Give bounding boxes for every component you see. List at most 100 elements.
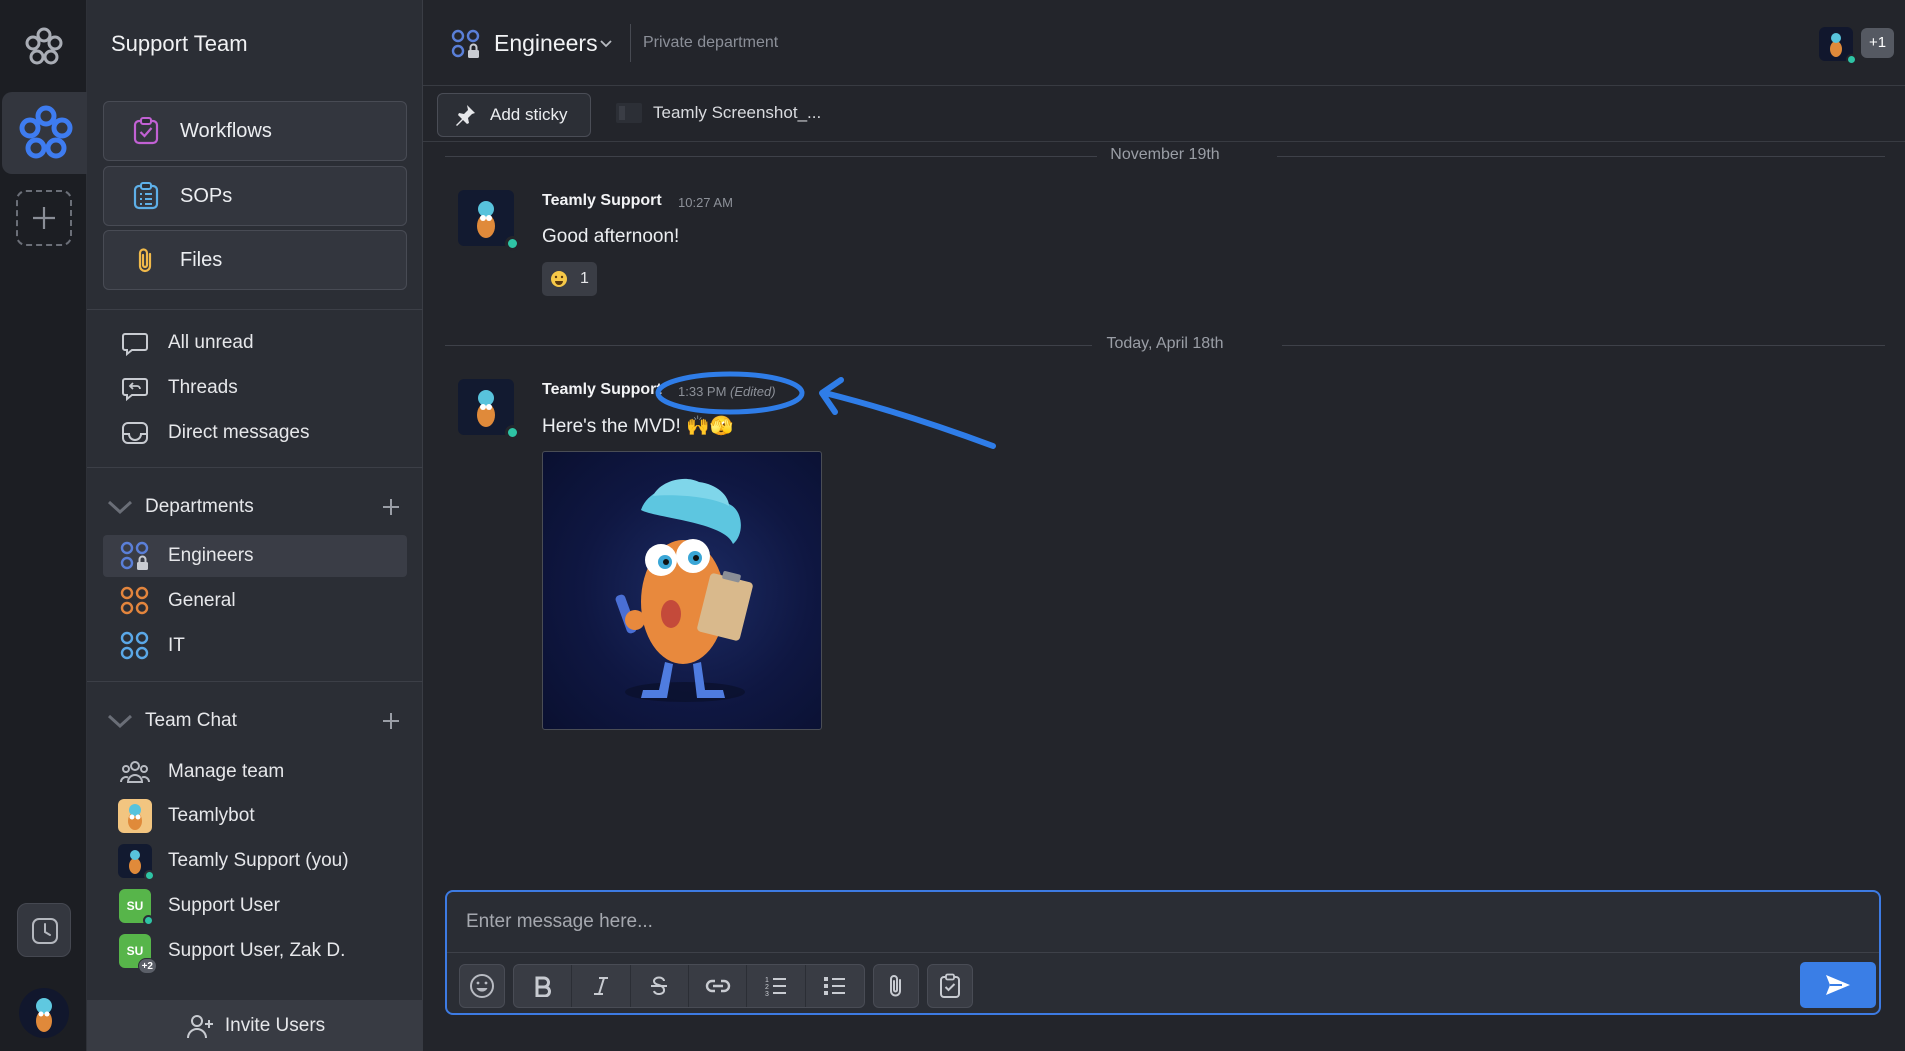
numbered-list-button[interactable]: 123 bbox=[747, 965, 806, 1007]
svg-text:1: 1 bbox=[765, 977, 769, 984]
member-avatar[interactable] bbox=[1819, 27, 1857, 65]
date-label: November 19th bbox=[1110, 146, 1220, 163]
chevron-down-icon[interactable] bbox=[105, 492, 135, 522]
add-sticky-button[interactable]: Add sticky bbox=[437, 93, 591, 137]
department-icon bbox=[119, 585, 151, 617]
svg-text:3: 3 bbox=[765, 991, 769, 997]
add-workspace-button[interactable] bbox=[16, 190, 72, 246]
workspace-support-team[interactable] bbox=[2, 92, 87, 174]
sidebar-divider bbox=[87, 467, 423, 468]
link-button[interactable] bbox=[689, 965, 748, 1007]
sidebar-divider bbox=[87, 309, 423, 310]
date-separator: November 19th bbox=[445, 146, 1885, 166]
message-time: 1:33 PM bbox=[678, 384, 727, 399]
annotation-arrow bbox=[822, 390, 996, 449]
nav-threads[interactable]: Threads bbox=[103, 367, 407, 409]
message-input[interactable] bbox=[447, 892, 1879, 952]
add-user-icon bbox=[186, 1014, 213, 1038]
edited-indicator: (Edited) bbox=[730, 384, 776, 399]
sidebar-item-teamlybot[interactable]: Teamlybot bbox=[103, 795, 407, 837]
department-lock-icon bbox=[119, 540, 151, 572]
chat-bubble-icon bbox=[119, 327, 151, 359]
online-status-dot bbox=[505, 425, 520, 440]
workflows-button[interactable]: Workflows bbox=[103, 101, 407, 161]
chevron-down-icon[interactable] bbox=[599, 36, 613, 54]
image-attachment[interactable] bbox=[542, 451, 822, 730]
sidebar-item-it[interactable]: IT bbox=[103, 625, 407, 667]
teamlybot-label: Teamlybot bbox=[168, 805, 255, 826]
member-count-badge: +2 bbox=[137, 958, 157, 974]
group-chat-avatar-wrap: SU +2 bbox=[119, 934, 157, 974]
sticky-file-label: Teamly Screenshot_... bbox=[653, 103, 822, 122]
nav-all-unread[interactable]: All unread bbox=[103, 322, 407, 364]
strikethrough-button[interactable] bbox=[631, 965, 689, 1007]
history-button[interactable] bbox=[17, 903, 71, 957]
sops-label: SOPs bbox=[180, 184, 233, 207]
link-icon bbox=[705, 979, 730, 993]
member-overflow-count[interactable]: +1 bbox=[1861, 28, 1894, 58]
thread-reply-icon bbox=[119, 372, 151, 404]
bullet-list-button[interactable] bbox=[806, 965, 864, 1007]
online-status-dot bbox=[505, 236, 520, 251]
online-status-dot bbox=[1846, 54, 1857, 65]
paperclip-icon bbox=[129, 243, 163, 277]
sidebar-item-manage-team[interactable]: Manage team bbox=[103, 751, 407, 793]
files-button[interactable]: Files bbox=[103, 230, 407, 290]
add-chat-icon[interactable] bbox=[377, 707, 405, 735]
avatar-initials: SU bbox=[126, 899, 144, 913]
formatting-toolbar: 123 bbox=[513, 964, 865, 1008]
attach-file-button[interactable] bbox=[873, 964, 919, 1008]
sidebar-item-group-chat[interactable]: SU +2 Support User, Zak D. bbox=[103, 930, 407, 974]
department-icon bbox=[119, 630, 151, 662]
initials-avatar: SU bbox=[119, 889, 154, 926]
message-author[interactable]: Teamly Support bbox=[542, 192, 662, 210]
clipboard-check-icon bbox=[940, 973, 960, 998]
nav-direct-messages[interactable]: Direct messages bbox=[103, 412, 407, 454]
sticky-file[interactable]: Teamly Screenshot_... bbox=[615, 101, 821, 125]
channel-header: Engineers Private department +1 bbox=[423, 0, 1905, 86]
it-label: IT bbox=[168, 635, 185, 656]
sops-button[interactable]: SOPs bbox=[103, 166, 407, 226]
sidebar-item-general[interactable]: General bbox=[103, 580, 407, 622]
emoji-button[interactable] bbox=[459, 964, 505, 1008]
message-author[interactable]: Teamly Support bbox=[542, 381, 662, 399]
message-text: Here's the MVD! 🙌🫣 bbox=[542, 416, 734, 437]
strikethrough-icon bbox=[651, 976, 668, 996]
teamlybot-avatar-wrap bbox=[118, 799, 152, 833]
sidebar-item-teamly-support[interactable]: Teamly Support (you) bbox=[103, 840, 407, 882]
message-text: Good afternoon! bbox=[542, 226, 680, 247]
reaction-chip[interactable]: 1 bbox=[542, 262, 597, 296]
engineers-label: Engineers bbox=[168, 545, 254, 566]
departments-section-header[interactable]: Departments bbox=[103, 487, 407, 527]
send-button[interactable] bbox=[1800, 962, 1876, 1008]
chevron-down-icon[interactable] bbox=[105, 706, 135, 736]
sidebar-divider bbox=[87, 681, 423, 682]
invite-users-button[interactable]: Invite Users bbox=[87, 1000, 423, 1051]
date-separator: Today, April 18th bbox=[445, 335, 1885, 355]
bot-avatar-icon bbox=[118, 799, 152, 833]
plus-icon bbox=[33, 207, 55, 229]
add-sticky-label: Add sticky bbox=[490, 105, 568, 124]
inbox-icon bbox=[119, 417, 151, 449]
teamly-logo-icon[interactable] bbox=[21, 24, 67, 70]
current-user-avatar[interactable] bbox=[19, 988, 69, 1038]
team-icon bbox=[119, 756, 151, 788]
nav-direct-messages-label: Direct messages bbox=[168, 422, 310, 443]
add-department-icon[interactable] bbox=[377, 493, 405, 521]
nav-all-unread-label: All unread bbox=[168, 332, 254, 353]
bold-button[interactable] bbox=[514, 965, 573, 1007]
group-chat-label: Support User, Zak D. bbox=[168, 940, 346, 961]
teamly-support-label: Teamly Support (you) bbox=[168, 850, 349, 871]
message-avatar[interactable] bbox=[458, 190, 520, 251]
arrow-head bbox=[819, 377, 844, 415]
sidebar-item-support-user[interactable]: SU Support User bbox=[103, 885, 407, 927]
team-chat-section-header[interactable]: Team Chat bbox=[103, 701, 407, 741]
attach-task-button[interactable] bbox=[927, 964, 973, 1008]
channel-name[interactable]: Engineers bbox=[494, 30, 598, 57]
sidebar-item-engineers[interactable]: Engineers bbox=[103, 535, 407, 577]
grin-emoji-icon bbox=[551, 271, 567, 287]
italic-button[interactable] bbox=[572, 965, 631, 1007]
online-status-dot bbox=[144, 870, 155, 881]
message-avatar[interactable] bbox=[458, 379, 520, 440]
workspace-logo-icon bbox=[19, 105, 73, 159]
